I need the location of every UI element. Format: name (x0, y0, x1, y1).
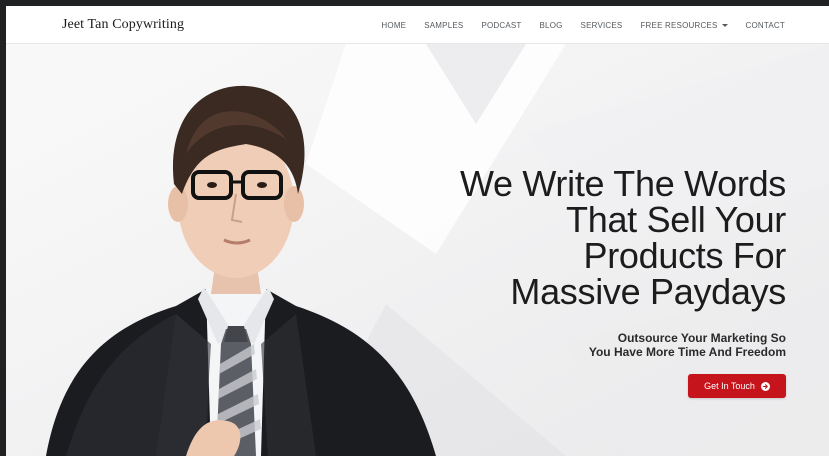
headline-line: That Sell Your (566, 199, 786, 240)
site-header: Jeet Tan Copywriting HOME SAMPLES PODCAS… (6, 6, 829, 44)
hero-section: We Write The Words That Sell Your Produc… (6, 44, 829, 456)
hero-subheadline: Outsource Your Marketing So You Have Mor… (486, 331, 786, 359)
nav-item-blog[interactable]: BLOG (531, 21, 572, 30)
browser-viewport: Jeet Tan Copywriting HOME SAMPLES PODCAS… (0, 0, 829, 456)
subheadline-line: Outsource Your Marketing So (617, 331, 786, 345)
nav-item-free-resources[interactable]: FREE RESOURCES (631, 21, 736, 30)
main-nav: HOME SAMPLES PODCAST BLOG SERVICES FREE … (372, 6, 785, 44)
nav-item-free-resources-label: FREE RESOURCES (640, 20, 718, 30)
nav-item-samples[interactable]: SAMPLES (415, 21, 472, 30)
get-in-touch-label: Get In Touch (704, 381, 755, 391)
headline-line: We Write The Words (459, 163, 786, 204)
nav-item-contact[interactable]: CONTACT (737, 21, 785, 30)
nav-item-podcast[interactable]: PODCAST (472, 21, 530, 30)
get-in-touch-button[interactable]: Get In Touch (688, 374, 786, 398)
headline-line: Massive Paydays (510, 271, 786, 312)
caret-down-icon (721, 23, 728, 27)
arrow-circle-right-icon (760, 381, 770, 391)
brand-logo-text[interactable]: Jeet Tan Copywriting (62, 17, 184, 33)
headline-line: Products For (583, 235, 787, 276)
nav-item-home[interactable]: HOME (372, 21, 415, 30)
subheadline-line: You Have More Time And Freedom (588, 345, 786, 359)
nav-item-services[interactable]: SERVICES (572, 21, 632, 30)
hero-headline: We Write The Words That Sell Your Produc… (406, 166, 786, 310)
